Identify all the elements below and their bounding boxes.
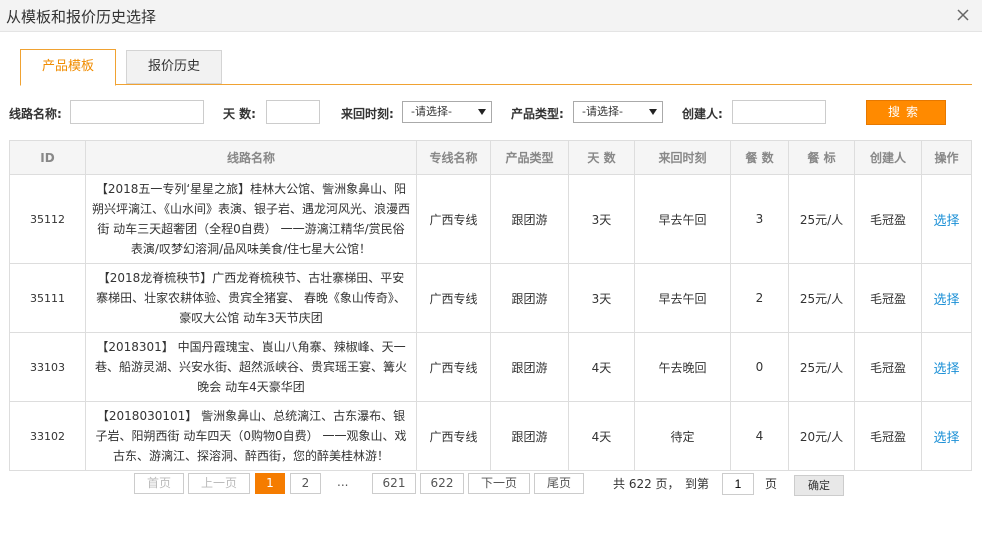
cell-days: 4天 bbox=[568, 332, 635, 402]
page-621-button[interactable]: 621 bbox=[372, 473, 416, 494]
page-622-button[interactable]: 622 bbox=[420, 473, 464, 494]
col-header-time: 来回时刻 bbox=[634, 140, 731, 175]
cell-id: 33102 bbox=[9, 401, 86, 471]
cell-line: 广西专线 bbox=[416, 263, 491, 333]
confirm-button[interactable]: 确定 bbox=[794, 475, 844, 496]
prev-page-button[interactable]: 上一页 bbox=[188, 473, 250, 494]
cell-time: 待定 bbox=[634, 401, 731, 471]
col-header-id: ID bbox=[9, 140, 86, 175]
cell-type: 跟团游 bbox=[490, 332, 569, 402]
days-input[interactable] bbox=[266, 100, 320, 124]
cell-creator: 毛冠盈 bbox=[854, 263, 922, 333]
product-type-label: 产品类型: bbox=[511, 107, 564, 121]
triangle-down-icon bbox=[649, 109, 657, 115]
cell-meals: 4 bbox=[730, 401, 789, 471]
goto-page-input[interactable] bbox=[722, 473, 754, 495]
cell-id: 35112 bbox=[9, 174, 86, 264]
col-header-meal-std: 餐 标 bbox=[788, 140, 855, 175]
col-header-op: 操作 bbox=[921, 140, 972, 175]
cell-meal-std: 25元/人 bbox=[788, 332, 855, 402]
days-label: 天 数: bbox=[223, 107, 256, 121]
cell-creator: 毛冠盈 bbox=[854, 332, 922, 402]
select-link[interactable]: 选择 bbox=[921, 401, 972, 471]
time-select-value: -请选择- bbox=[411, 105, 452, 118]
tab-bar: 产品模板 报价历史 bbox=[20, 49, 972, 86]
cell-time: 午去晚回 bbox=[634, 332, 731, 402]
cell-meal-std: 20元/人 bbox=[788, 401, 855, 471]
pagination: 首页 上一页 1 2 ... 621 622 下一页 尾页 共 622 页， 到… bbox=[0, 473, 982, 496]
page-2-button[interactable]: 2 bbox=[290, 473, 321, 494]
cell-days: 4天 bbox=[568, 401, 635, 471]
first-page-button[interactable]: 首页 bbox=[134, 473, 184, 494]
time-label: 来回时刻: bbox=[341, 107, 394, 121]
cell-id: 33103 bbox=[9, 332, 86, 402]
cell-route: 【2018龙脊梳秧节】广西龙脊梳秧节、古壮寨梯田、平安寨梯田、壮家农耕体验、贵宾… bbox=[85, 263, 417, 333]
dialog-title: 从模板和报价历史选择 bbox=[6, 8, 157, 26]
page-ellipsis: ... bbox=[337, 475, 349, 489]
cell-route: 【2018301】 中国丹霞瑰宝、崀山八角寨、辣椒峰、天一巷、船游灵湖、兴安水街… bbox=[85, 332, 417, 402]
cell-route: 【2018五一专列‘星星之旅】桂林大公馆、訾洲象鼻山、阳朔兴坪漓江、《山水间》表… bbox=[85, 174, 417, 264]
col-header-days: 天 数 bbox=[568, 140, 635, 175]
table-row: 33102 【2018030101】 訾洲象鼻山、总统漓江、古东瀑布、银子岩、阳… bbox=[9, 401, 972, 471]
cell-days: 3天 bbox=[568, 174, 635, 264]
cell-meals: 0 bbox=[730, 332, 789, 402]
template-select-dialog: 从模板和报价历史选择 产品模板 报价历史 线路名称: 天 数: 来回时刻: -请… bbox=[0, 0, 982, 534]
tab-quote-history[interactable]: 报价历史 bbox=[126, 50, 222, 84]
page-unit-label: 页 bbox=[765, 477, 778, 491]
col-header-creator: 创建人 bbox=[854, 140, 922, 175]
cell-meals: 3 bbox=[730, 174, 789, 264]
cell-id: 35111 bbox=[9, 263, 86, 333]
product-type-select[interactable]: -请选择- bbox=[573, 101, 663, 123]
select-link[interactable]: 选择 bbox=[921, 263, 972, 333]
cell-meal-std: 25元/人 bbox=[788, 263, 855, 333]
product-type-select-value: -请选择- bbox=[582, 105, 623, 118]
table-row: 33103 【2018301】 中国丹霞瑰宝、崀山八角寨、辣椒峰、天一巷、船游灵… bbox=[9, 332, 972, 402]
filter-bar: 线路名称: 天 数: 来回时刻: -请选择- 产品类型: -请选择- 创建人: … bbox=[0, 100, 982, 126]
triangle-down-icon bbox=[478, 109, 486, 115]
cell-type: 跟团游 bbox=[490, 263, 569, 333]
last-page-button[interactable]: 尾页 bbox=[534, 473, 584, 494]
route-name-label: 线路名称: bbox=[9, 107, 62, 121]
col-header-type: 产品类型 bbox=[490, 140, 569, 175]
cell-line: 广西专线 bbox=[416, 401, 491, 471]
cell-days: 3天 bbox=[568, 263, 635, 333]
table-row: 35111 【2018龙脊梳秧节】广西龙脊梳秧节、古壮寨梯田、平安寨梯田、壮家农… bbox=[9, 263, 972, 333]
total-pages-text: 共 622 页， bbox=[613, 477, 680, 491]
cell-line: 广西专线 bbox=[416, 174, 491, 264]
next-page-button[interactable]: 下一页 bbox=[468, 473, 530, 494]
cell-creator: 毛冠盈 bbox=[854, 401, 922, 471]
cell-route: 【2018030101】 訾洲象鼻山、总统漓江、古东瀑布、银子岩、阳朔西街 动车… bbox=[85, 401, 417, 471]
select-link[interactable]: 选择 bbox=[921, 174, 972, 264]
time-select[interactable]: -请选择- bbox=[402, 101, 492, 123]
col-header-meals: 餐 数 bbox=[730, 140, 789, 175]
dialog-titlebar: 从模板和报价历史选择 bbox=[0, 0, 982, 32]
route-name-input[interactable] bbox=[70, 100, 204, 124]
creator-input[interactable] bbox=[732, 100, 826, 124]
col-header-route: 线路名称 bbox=[85, 140, 417, 175]
template-table: ID 线路名称 专线名称 产品类型 天 数 来回时刻 餐 数 餐 标 创建人 操… bbox=[9, 140, 972, 471]
table-header-row: ID 线路名称 专线名称 产品类型 天 数 来回时刻 餐 数 餐 标 创建人 操… bbox=[9, 140, 972, 175]
cell-time: 早去午回 bbox=[634, 174, 731, 264]
search-button[interactable]: 搜索 bbox=[866, 100, 946, 125]
table-row: 35112 【2018五一专列‘星星之旅】桂林大公馆、訾洲象鼻山、阳朔兴坪漓江、… bbox=[9, 174, 972, 264]
close-icon[interactable] bbox=[954, 6, 972, 24]
col-header-line: 专线名称 bbox=[416, 140, 491, 175]
cell-meals: 2 bbox=[730, 263, 789, 333]
creator-label: 创建人: bbox=[682, 107, 723, 121]
tab-product-template[interactable]: 产品模板 bbox=[20, 49, 116, 86]
cell-time: 早去午回 bbox=[634, 263, 731, 333]
cell-creator: 毛冠盈 bbox=[854, 174, 922, 264]
cell-type: 跟团游 bbox=[490, 174, 569, 264]
cell-type: 跟团游 bbox=[490, 401, 569, 471]
goto-label: 到第 bbox=[685, 477, 710, 491]
page-1-button[interactable]: 1 bbox=[255, 473, 285, 494]
select-link[interactable]: 选择 bbox=[921, 332, 972, 402]
cell-meal-std: 25元/人 bbox=[788, 174, 855, 264]
cell-line: 广西专线 bbox=[416, 332, 491, 402]
